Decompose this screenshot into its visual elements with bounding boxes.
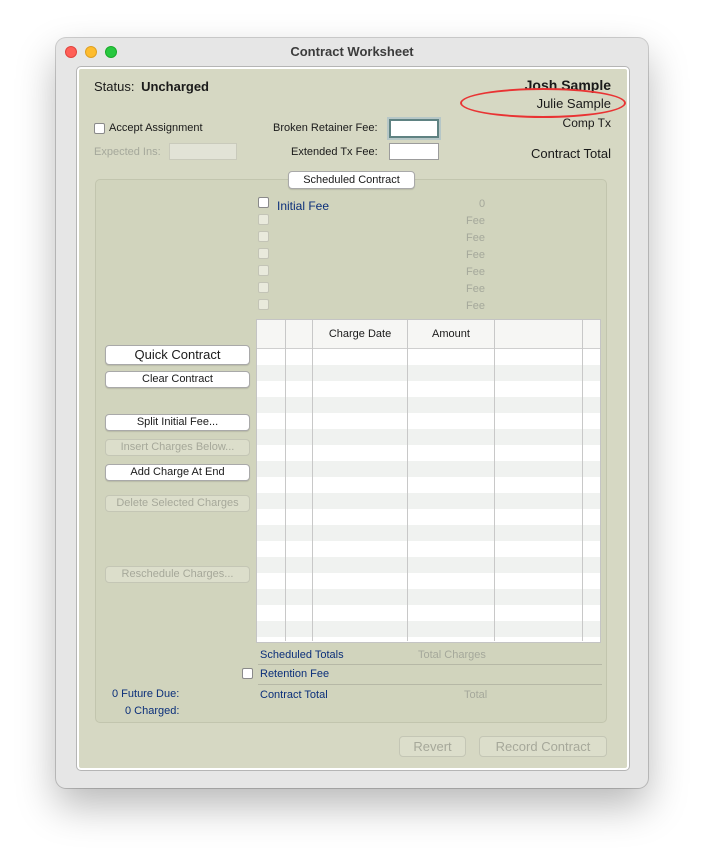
fee-checkbox [258,282,269,293]
revert-button: Revert [399,736,466,757]
broken-retainer-fee-field[interactable] [389,119,439,138]
initial-fee-label: Initial Fee [277,199,330,213]
fee-checkbox [258,299,269,310]
reschedule-charges-button: Reschedule Charges... [105,566,250,583]
table-row[interactable] [257,525,600,541]
table-row[interactable] [257,557,600,573]
table-row[interactable] [257,461,600,477]
broken-retainer-fee-label: Broken Retainer Fee: [273,122,378,134]
fee-label: Fee [466,249,485,261]
future-due-label: 0 Future Due: [112,688,180,700]
retention-fee-checkbox[interactable] [242,668,253,679]
contract-total-header: Contract Total [531,146,611,161]
totals-divider [258,664,602,665]
extended-tx-fee-field[interactable] [389,143,439,160]
table-row[interactable] [257,621,600,637]
accept-assignment-label: Accept Assignment [109,122,203,134]
accept-assignment-checkbox[interactable] [94,123,105,134]
charge-date-column-header[interactable]: Charge Date [315,328,405,340]
total-charges-value: Total Charges [418,649,486,661]
record-contract-button: Record Contract [479,736,607,757]
status-value: Uncharged [141,79,209,94]
contract-worksheet-window: Contract Worksheet Status: Uncharged Jos… [56,38,648,788]
table-row[interactable] [257,365,600,381]
fee-label: Fee [466,300,485,312]
column-divider[interactable] [582,320,583,641]
delete-selected-charges-button: Delete Selected Charges [105,495,250,512]
totals-divider [258,684,602,685]
column-divider[interactable] [285,320,286,641]
table-row[interactable] [257,589,600,605]
quick-contract-button[interactable]: Quick Contract [105,345,250,365]
charges-table[interactable]: Charge Date Amount [256,319,601,643]
fee-label: Fee [466,283,485,295]
fee-checkbox [258,231,269,242]
amount-column-header[interactable]: Amount [406,328,496,340]
contract-total-label: Contract Total [260,689,328,701]
clear-contract-button[interactable]: Clear Contract [105,371,250,388]
table-row[interactable] [257,493,600,509]
fee-label: Fee [466,266,485,278]
add-charge-at-end-button[interactable]: Add Charge At End [105,464,250,481]
status-label: Status: [94,79,135,94]
responsible-party-name: Julie Sample [536,96,611,111]
insert-charges-below-button: Insert Charges Below... [105,439,250,456]
scheduled-totals-label: Scheduled Totals [260,649,344,661]
scheduled-contract-button[interactable]: Scheduled Contract [288,171,415,189]
charged-label: 0 Charged: [125,705,180,717]
initial-fee-checkbox[interactable] [258,197,269,208]
fee-label: Fee [466,215,485,227]
status-row: Status: Uncharged [94,79,209,94]
column-divider[interactable] [407,320,408,641]
extended-tx-fee-label: Extended Tx Fee: [291,146,378,158]
contract-total-value: Total [464,689,488,701]
retention-fee-label: Retention Fee [260,668,330,680]
worksheet-panel: Status: Uncharged Josh Sample Julie Samp… [77,67,629,770]
scheduled-contract-area: Scheduled Contract Initial Fee 0 Fee Fee… [95,171,607,723]
comp-tx-label: Comp Tx [562,116,611,130]
fee-checkbox [258,214,269,225]
patient-name: Josh Sample [524,77,611,93]
fee-checkbox [258,248,269,259]
title-bar[interactable]: Contract Worksheet [56,38,648,66]
column-divider[interactable] [494,320,495,641]
table-row[interactable] [257,397,600,413]
fee-label: Fee [466,232,485,244]
expected-ins-label: Expected Ins: [94,146,161,158]
column-divider[interactable] [312,320,313,641]
table-header: Charge Date Amount [257,320,600,349]
initial-fee-value: 0 [479,198,486,210]
fee-checkbox [258,265,269,276]
window-title: Contract Worksheet [290,44,414,59]
split-initial-fee-button[interactable]: Split Initial Fee... [105,414,250,431]
expected-ins-field [169,143,237,160]
table-row[interactable] [257,429,600,445]
